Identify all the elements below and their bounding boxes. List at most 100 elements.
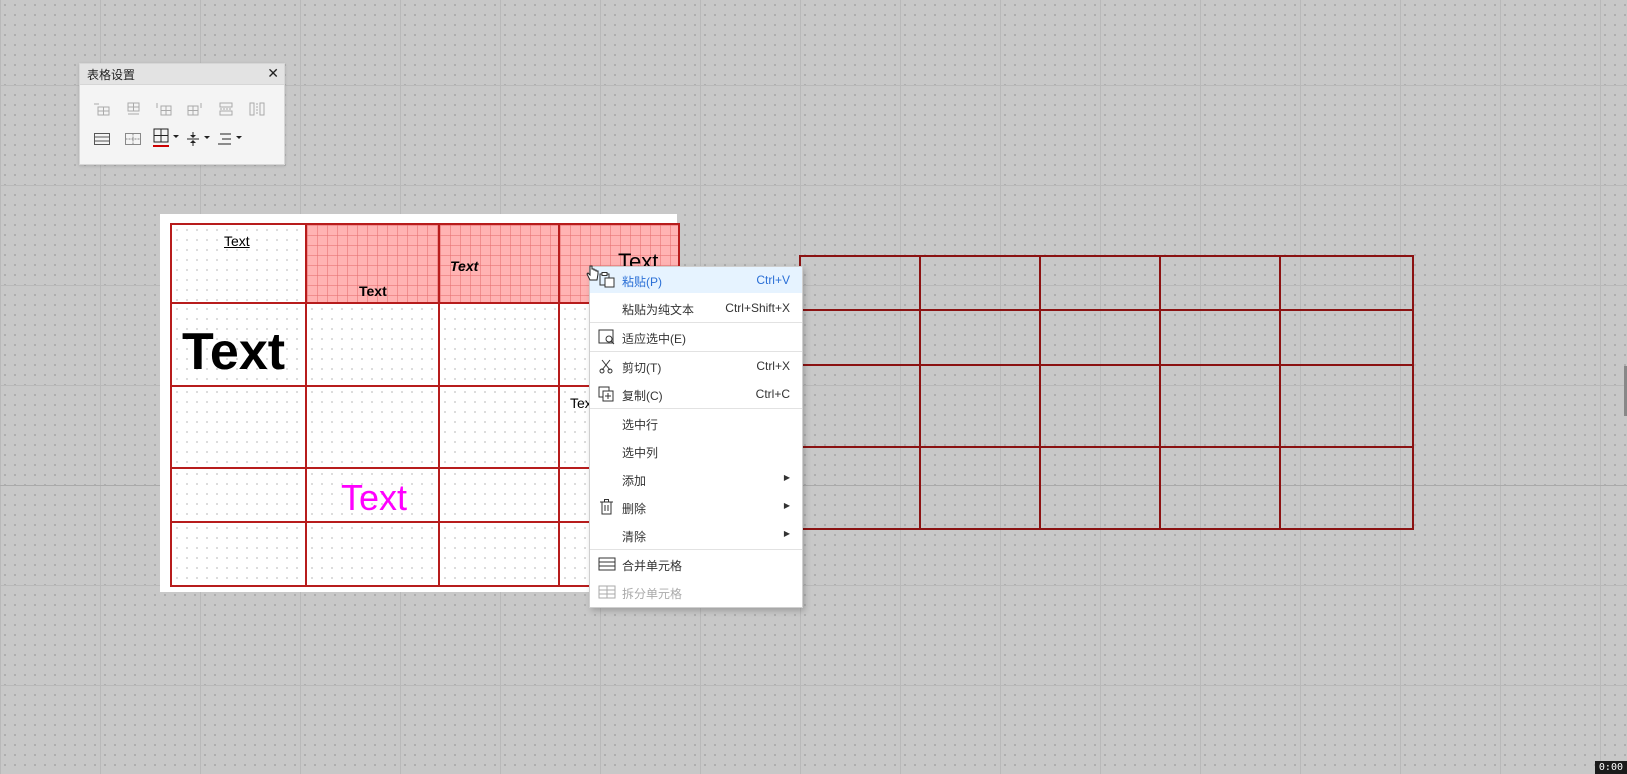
menu-item-paste-plain-text[interactable]: 粘贴为纯文本 Ctrl+Shift+X xyxy=(590,295,802,321)
cell-text: Text xyxy=(359,283,387,299)
table-cell[interactable] xyxy=(438,385,560,469)
menu-item-add[interactable]: 添加 ▶ xyxy=(590,466,802,492)
menu-separator xyxy=(590,351,802,352)
menu-item-label: 删除 xyxy=(622,502,647,516)
menu-item-label: 合并单元格 xyxy=(622,559,683,573)
table-cell[interactable] xyxy=(1159,255,1281,311)
menu-item-shortcut: Ctrl+X xyxy=(756,359,790,373)
right-table xyxy=(799,255,1414,530)
menu-separator xyxy=(590,322,802,323)
table-cell-selected[interactable]: Text xyxy=(438,223,560,304)
menu-item-paste[interactable]: 粘贴(P) Ctrl+V xyxy=(590,267,802,293)
menu-item-fit-selection[interactable]: 适应选中(E) xyxy=(590,324,802,350)
table-cell[interactable] xyxy=(919,446,1041,530)
menu-item-split-cells[interactable]: 拆分单元格 xyxy=(590,579,802,605)
table-cell[interactable] xyxy=(170,385,307,469)
table-cell[interactable] xyxy=(1159,309,1281,366)
table-cell[interactable] xyxy=(1039,446,1161,530)
menu-item-select-column[interactable]: 选中列 xyxy=(590,438,802,464)
table-cell[interactable] xyxy=(1279,255,1414,311)
merge-cells-icon[interactable] xyxy=(91,130,113,148)
submenu-arrow-icon: ▶ xyxy=(783,501,790,510)
menu-item-label: 选中列 xyxy=(622,446,659,460)
table-cell[interactable] xyxy=(438,467,560,523)
table-cell-selected[interactable]: Text xyxy=(305,223,440,304)
panel-title: 表格设置 xyxy=(87,68,136,82)
scissors-icon xyxy=(599,359,613,374)
menu-item-merge-cells[interactable]: 合并单元格 xyxy=(590,551,802,577)
menu-item-shortcut: Ctrl+V xyxy=(756,273,790,287)
menu-item-shortcut: Ctrl+Shift+X xyxy=(725,301,790,315)
menu-item-shortcut: Ctrl+C xyxy=(755,387,790,401)
table-settings-panel: 表格设置 ✕ xyxy=(79,63,285,165)
panel-header[interactable]: 表格设置 ✕ xyxy=(80,64,284,85)
cell-text: Text xyxy=(182,323,286,381)
text-align-icon[interactable] xyxy=(217,130,245,148)
table-cell[interactable] xyxy=(438,521,560,587)
table-cell[interactable] xyxy=(1279,446,1414,530)
menu-separator xyxy=(590,549,802,550)
cell-text: Text xyxy=(341,477,408,518)
split-cells-icon[interactable] xyxy=(122,130,144,148)
menu-item-label: 复制(C) xyxy=(622,389,663,403)
fit-selection-icon xyxy=(598,329,615,345)
table-cell[interactable] xyxy=(1279,309,1414,366)
menu-item-label: 适应选中(E) xyxy=(622,332,686,346)
table-cell[interactable] xyxy=(1039,255,1161,311)
copy-icon xyxy=(598,386,614,402)
table-cell[interactable] xyxy=(1159,364,1281,448)
menu-item-label: 粘贴为纯文本 xyxy=(622,303,695,317)
table-cell[interactable] xyxy=(305,302,440,387)
table-cell[interactable] xyxy=(799,309,921,366)
close-icon[interactable]: ✕ xyxy=(267,65,279,81)
submenu-arrow-icon: ▶ xyxy=(783,529,790,538)
context-menu: 粘贴(P) Ctrl+V 粘贴为纯文本 Ctrl+Shift+X 适应选中(E)… xyxy=(589,266,803,608)
insert-column-right-icon[interactable] xyxy=(184,100,206,118)
menu-item-label: 添加 xyxy=(622,474,647,488)
table-cell[interactable] xyxy=(170,467,307,523)
menu-separator xyxy=(590,408,802,409)
table-cell[interactable] xyxy=(799,364,921,448)
menu-item-clear[interactable]: 清除 ▶ xyxy=(590,522,802,548)
table-cell[interactable] xyxy=(1039,309,1161,366)
delete-column-icon[interactable] xyxy=(246,100,268,118)
split-cells-icon xyxy=(598,585,616,599)
menu-item-cut[interactable]: 剪切(T) Ctrl+X xyxy=(590,353,802,379)
table-cell[interactable] xyxy=(799,255,921,311)
menu-item-label: 拆分单元格 xyxy=(622,587,683,601)
trash-icon xyxy=(600,499,613,515)
table-cell[interactable]: Text xyxy=(305,467,440,523)
menu-item-label: 选中行 xyxy=(622,418,659,432)
table-cell[interactable] xyxy=(799,446,921,530)
submenu-arrow-icon: ▶ xyxy=(783,473,790,482)
table-cell[interactable] xyxy=(438,302,560,387)
table-cell[interactable]: Text xyxy=(170,223,307,304)
menu-item-delete[interactable]: 删除 ▶ xyxy=(590,494,802,520)
cell-text: Text xyxy=(450,258,479,274)
merge-cells-icon xyxy=(598,557,616,571)
table-cell[interactable] xyxy=(170,521,307,587)
cell-text: Text xyxy=(224,233,250,249)
menu-item-copy[interactable]: 复制(C) Ctrl+C xyxy=(590,381,802,407)
table-cell[interactable] xyxy=(919,364,1041,448)
insert-row-below-icon[interactable] xyxy=(122,100,144,118)
table-cell[interactable]: Text xyxy=(170,302,307,387)
table-cell[interactable] xyxy=(919,309,1041,366)
table-cell[interactable] xyxy=(1159,446,1281,530)
insert-row-above-icon[interactable] xyxy=(91,100,113,118)
insert-column-left-icon[interactable] xyxy=(153,100,175,118)
table-cell[interactable] xyxy=(305,521,440,587)
table-cell[interactable] xyxy=(305,385,440,469)
menu-item-label: 剪切(T) xyxy=(622,361,662,375)
table-cell[interactable] xyxy=(1039,364,1161,448)
delete-row-icon[interactable] xyxy=(215,100,237,118)
hand-cursor-icon xyxy=(586,265,599,281)
border-style-icon[interactable] xyxy=(153,128,181,147)
vertical-align-icon[interactable] xyxy=(186,130,212,148)
menu-item-select-row[interactable]: 选中行 xyxy=(590,410,802,436)
table-cell[interactable] xyxy=(919,255,1041,311)
recording-timer: 0:00 xyxy=(1594,761,1627,774)
paste-icon xyxy=(599,272,615,288)
menu-item-label: 清除 xyxy=(622,530,647,544)
table-cell[interactable] xyxy=(1279,364,1414,448)
